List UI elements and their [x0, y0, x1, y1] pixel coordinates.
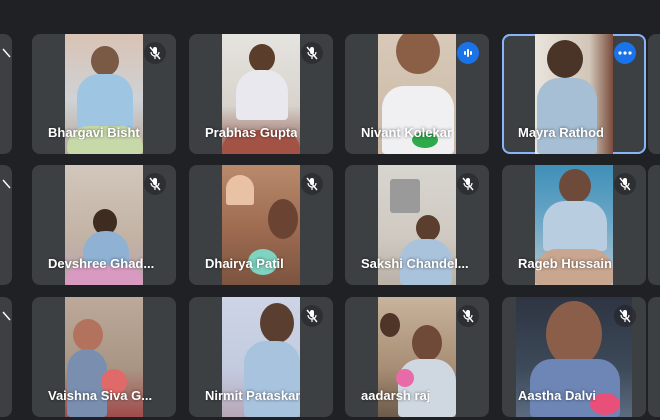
- mic-off-icon: [0, 173, 12, 195]
- participant-name: Devshree Ghad...: [48, 256, 155, 271]
- participant-tile[interactable]: Nivant Kolekar: [345, 34, 489, 154]
- participant-tile[interactable]: Devshree Ghad...: [32, 165, 176, 285]
- participant-name: Prabhas Gupta: [205, 125, 298, 140]
- mic-off-icon[interactable]: [301, 305, 323, 327]
- participant-name: Aastha Dalvi: [518, 388, 597, 403]
- participant-name: aadarsh raj: [361, 388, 431, 403]
- participant-name: Dhairya Patil: [205, 256, 284, 271]
- participant-name: Nivant Kolekar: [361, 125, 453, 140]
- participant-name: Vaishna Siva G...: [48, 388, 153, 403]
- mic-off-icon[interactable]: [457, 173, 479, 195]
- participant-name: Bhargavi Bisht: [48, 125, 140, 140]
- partial-tile-left[interactable]: [0, 34, 12, 154]
- mic-off-icon: [0, 305, 12, 327]
- mic-off-icon: [0, 42, 12, 64]
- participant-name: Sakshi Chandel...: [361, 256, 469, 271]
- mic-off-icon[interactable]: [301, 173, 323, 195]
- mic-off-icon[interactable]: [614, 173, 636, 195]
- participant-tile[interactable]: Rageb Hussain: [502, 165, 646, 285]
- participant-tile[interactable]: Prabhas Gupta: [189, 34, 333, 154]
- mic-off-icon[interactable]: [301, 42, 323, 64]
- mic-off-icon[interactable]: [144, 173, 166, 195]
- participant-tile[interactable]: Sakshi Chandel...: [345, 165, 489, 285]
- partial-tile-left[interactable]: [0, 165, 12, 285]
- participant-tile[interactable]: Nirmit Pataskar: [189, 297, 333, 417]
- participant-tile[interactable]: Dhairya Patil: [189, 165, 333, 285]
- participant-tile-active[interactable]: Mayra Rathod: [502, 34, 646, 154]
- partial-tile-right[interactable]: [648, 34, 660, 154]
- more-options-icon[interactable]: [614, 42, 636, 64]
- mic-off-icon[interactable]: [144, 42, 166, 64]
- participant-name: Nirmit Pataskar: [205, 388, 301, 403]
- participant-tile[interactable]: aadarsh raj: [345, 297, 489, 417]
- participant-name: Rageb Hussain: [518, 256, 612, 271]
- partial-tile-right[interactable]: [648, 297, 660, 417]
- participant-tile[interactable]: Bhargavi Bisht: [32, 34, 176, 154]
- partial-tile-left[interactable]: [0, 297, 12, 417]
- partial-tile-right[interactable]: [648, 165, 660, 285]
- mic-off-icon[interactable]: [457, 305, 479, 327]
- participant-name: Mayra Rathod: [518, 125, 604, 140]
- speaking-icon: [457, 42, 479, 64]
- participant-tile[interactable]: Aastha Dalvi: [502, 297, 646, 417]
- participant-tile[interactable]: Vaishna Siva G...: [32, 297, 176, 417]
- mic-off-icon[interactable]: [614, 305, 636, 327]
